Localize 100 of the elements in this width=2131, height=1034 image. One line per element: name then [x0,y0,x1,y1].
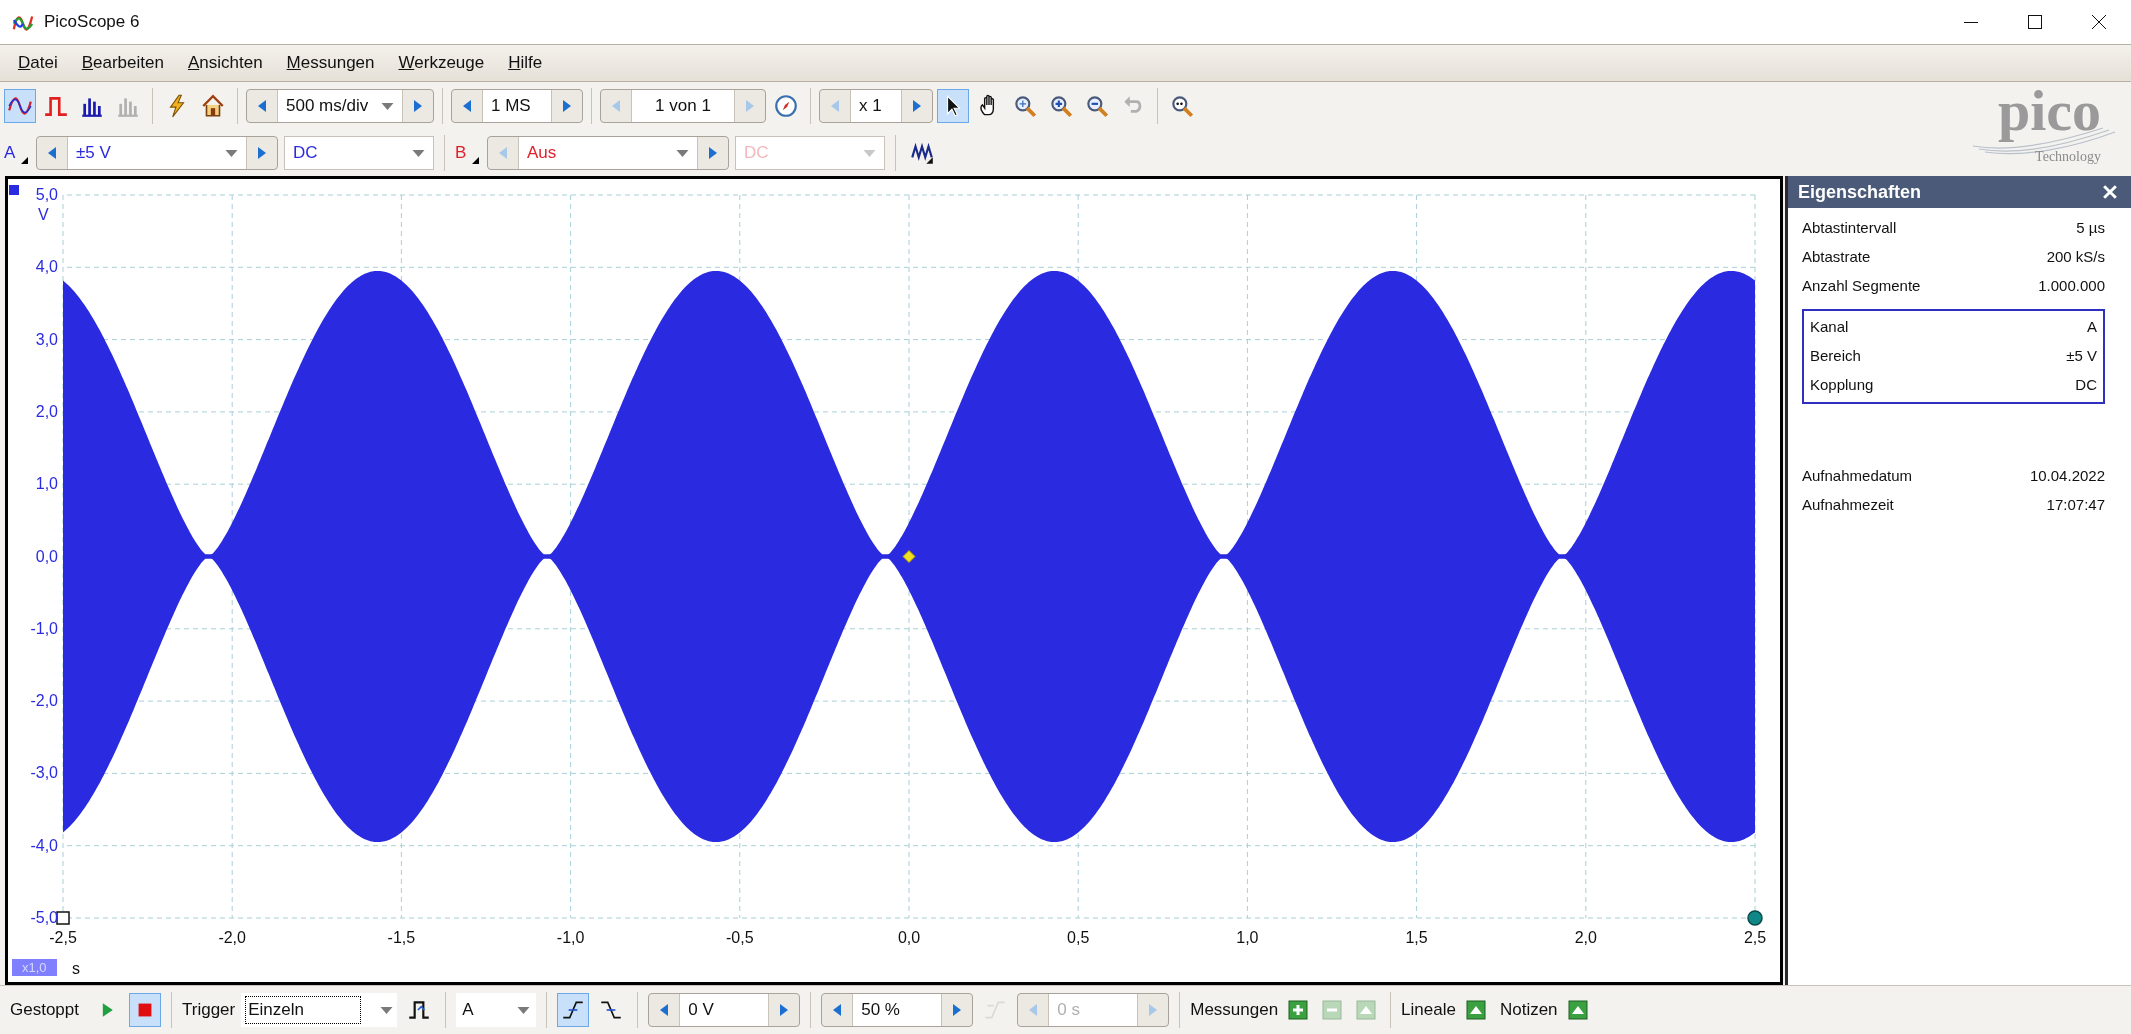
right-arrow-icon [257,147,267,159]
property-value: A [2087,317,2097,338]
trigger-label: Trigger [182,999,236,1022]
trigger-marker-icon [902,550,916,563]
x-axis-label: -1,5 [386,930,417,946]
x-axis-label: 2,5 [1742,930,1768,946]
left-arrow-icon [659,1004,670,1016]
property-value: 17:07:47 [2046,495,2105,516]
menu-item[interactable]: Bearbeiten [73,50,172,76]
y-axis-label: -3,0 [29,765,58,782]
brand-tagline: Technology [2035,150,2101,164]
notes-label: Notizen [1499,999,1558,1022]
value-field[interactable]: x 1 [850,90,902,122]
x-axis-unit: s [72,959,80,979]
window-title: PicoScope 6 [44,11,140,34]
ruler-handle-icon[interactable] [56,911,70,925]
property-value: 200 kS/s [2046,247,2105,268]
dropdown-caret-icon [412,149,425,157]
waveform-generator-icon [909,140,935,166]
property-label: Bereich [1810,346,1861,367]
menu-item[interactable]: Hilfe [500,50,551,76]
zoom-out-icon [1084,93,1110,119]
zoom-badge: x1,0 [12,959,57,976]
right-arrow-icon [779,1004,790,1016]
y-axis-label: 0,0 [34,548,58,565]
dropdown-caret-icon [863,149,876,157]
property-label: Kanal [1810,317,1849,338]
zoom-in-icon [1048,93,1074,119]
y-axis-label: 2,0 [34,403,58,420]
property-label: Aufnahmedatum [1802,466,1913,487]
dropdown-caret-icon [381,102,394,110]
maximize-icon [2028,15,2042,29]
right-arrow-icon [952,1004,963,1016]
wave-tool-button[interactable] [4,89,36,123]
stop-button[interactable] [129,993,161,1027]
x-axis-label: -1,0 [555,930,586,946]
value-field[interactable]: 0 V [679,994,770,1026]
left-arrow-icon [257,100,267,112]
x-axis-label: -2,5 [48,930,78,946]
compass-icon [773,93,799,119]
pointer-tool-button[interactable] [937,89,969,123]
zoom-fit-icon [1012,93,1038,119]
property-label: Abtastintervall [1802,218,1897,239]
right-arrow-icon [745,100,755,112]
y-axis-label: 1,0 [34,476,58,493]
y-axis-unit: V [38,205,49,225]
property-label: Aufnahmezeit [1802,495,1894,516]
left-arrow-icon [47,147,57,159]
y-axis-label: 4,0 [34,259,58,276]
y-axis-label: -2,0 [29,693,58,710]
x-axis-label: 1,5 [1404,930,1429,946]
x-axis-label: -2,0 [217,930,247,946]
dropdown[interactable]: 500 ms/div [277,90,403,122]
panel-title: Eigenschaften [1798,180,1922,204]
property-label: Kopplung [1810,375,1874,396]
right-arrow-icon [413,100,423,112]
trigger-source-dropdown[interactable]: A [456,993,537,1027]
channel-axis-marker-icon [9,185,19,195]
value-field[interactable]: 50 % [852,994,943,1026]
status-text: Gestoppt [10,999,79,1022]
rulers-label: Lineale [1401,999,1456,1022]
right-arrow-icon [708,147,718,159]
dropdown[interactable]: Aus [518,137,698,169]
left-arrow-icon [832,1004,843,1016]
home-icon [200,93,226,119]
dropdown[interactable]: ±5 V [67,137,247,169]
dropdown-caret-icon [676,149,689,157]
x-axis-label: 0,0 [896,930,922,946]
menu-item[interactable]: Werkzeuge [390,50,493,76]
left-arrow-icon [611,100,621,112]
dropdown-caret-icon [380,1006,394,1014]
coupling-dropdown[interactable]: DC [284,136,434,170]
property-value: 5 µs [2076,218,2105,239]
menu-item[interactable]: Ansichten [179,50,271,76]
property-value: DC [2075,375,2097,396]
property-value: 1.000.000 [2038,276,2105,297]
dropdown-caret-icon [517,1006,531,1014]
y-axis-label: 5,0 [34,187,58,203]
left-arrow-icon [462,100,472,112]
menu-item[interactable]: Datei [10,50,66,76]
rising-tool-button[interactable] [557,993,590,1027]
y-axis-label: 3,0 [34,331,58,348]
x-axis-label: 2,0 [1573,930,1598,946]
left-arrow-icon [1028,1004,1039,1016]
x-axis-label: -0,5 [725,930,755,946]
left-arrow-icon [830,100,840,112]
y-axis-label: -4,0 [29,837,58,854]
menu-item[interactable]: Messungen [278,50,383,76]
left-arrow-icon [498,147,508,159]
channel-button[interactable]: B [455,136,481,170]
minus-icon [1320,998,1345,1022]
dropdown-caret-icon [225,149,238,157]
channel-button[interactable]: A [4,136,30,170]
trigger-mode-dropdown[interactable]: Einzeln [241,993,398,1027]
close-icon [2103,185,2117,199]
property-label: Anzahl Segmente [1802,276,1921,297]
measurements-label: Messungen [1190,999,1279,1022]
value-field[interactable]: 1 MS [482,90,552,122]
zoom-icon [1169,93,1195,119]
axis-handle-icon[interactable] [1747,910,1763,926]
